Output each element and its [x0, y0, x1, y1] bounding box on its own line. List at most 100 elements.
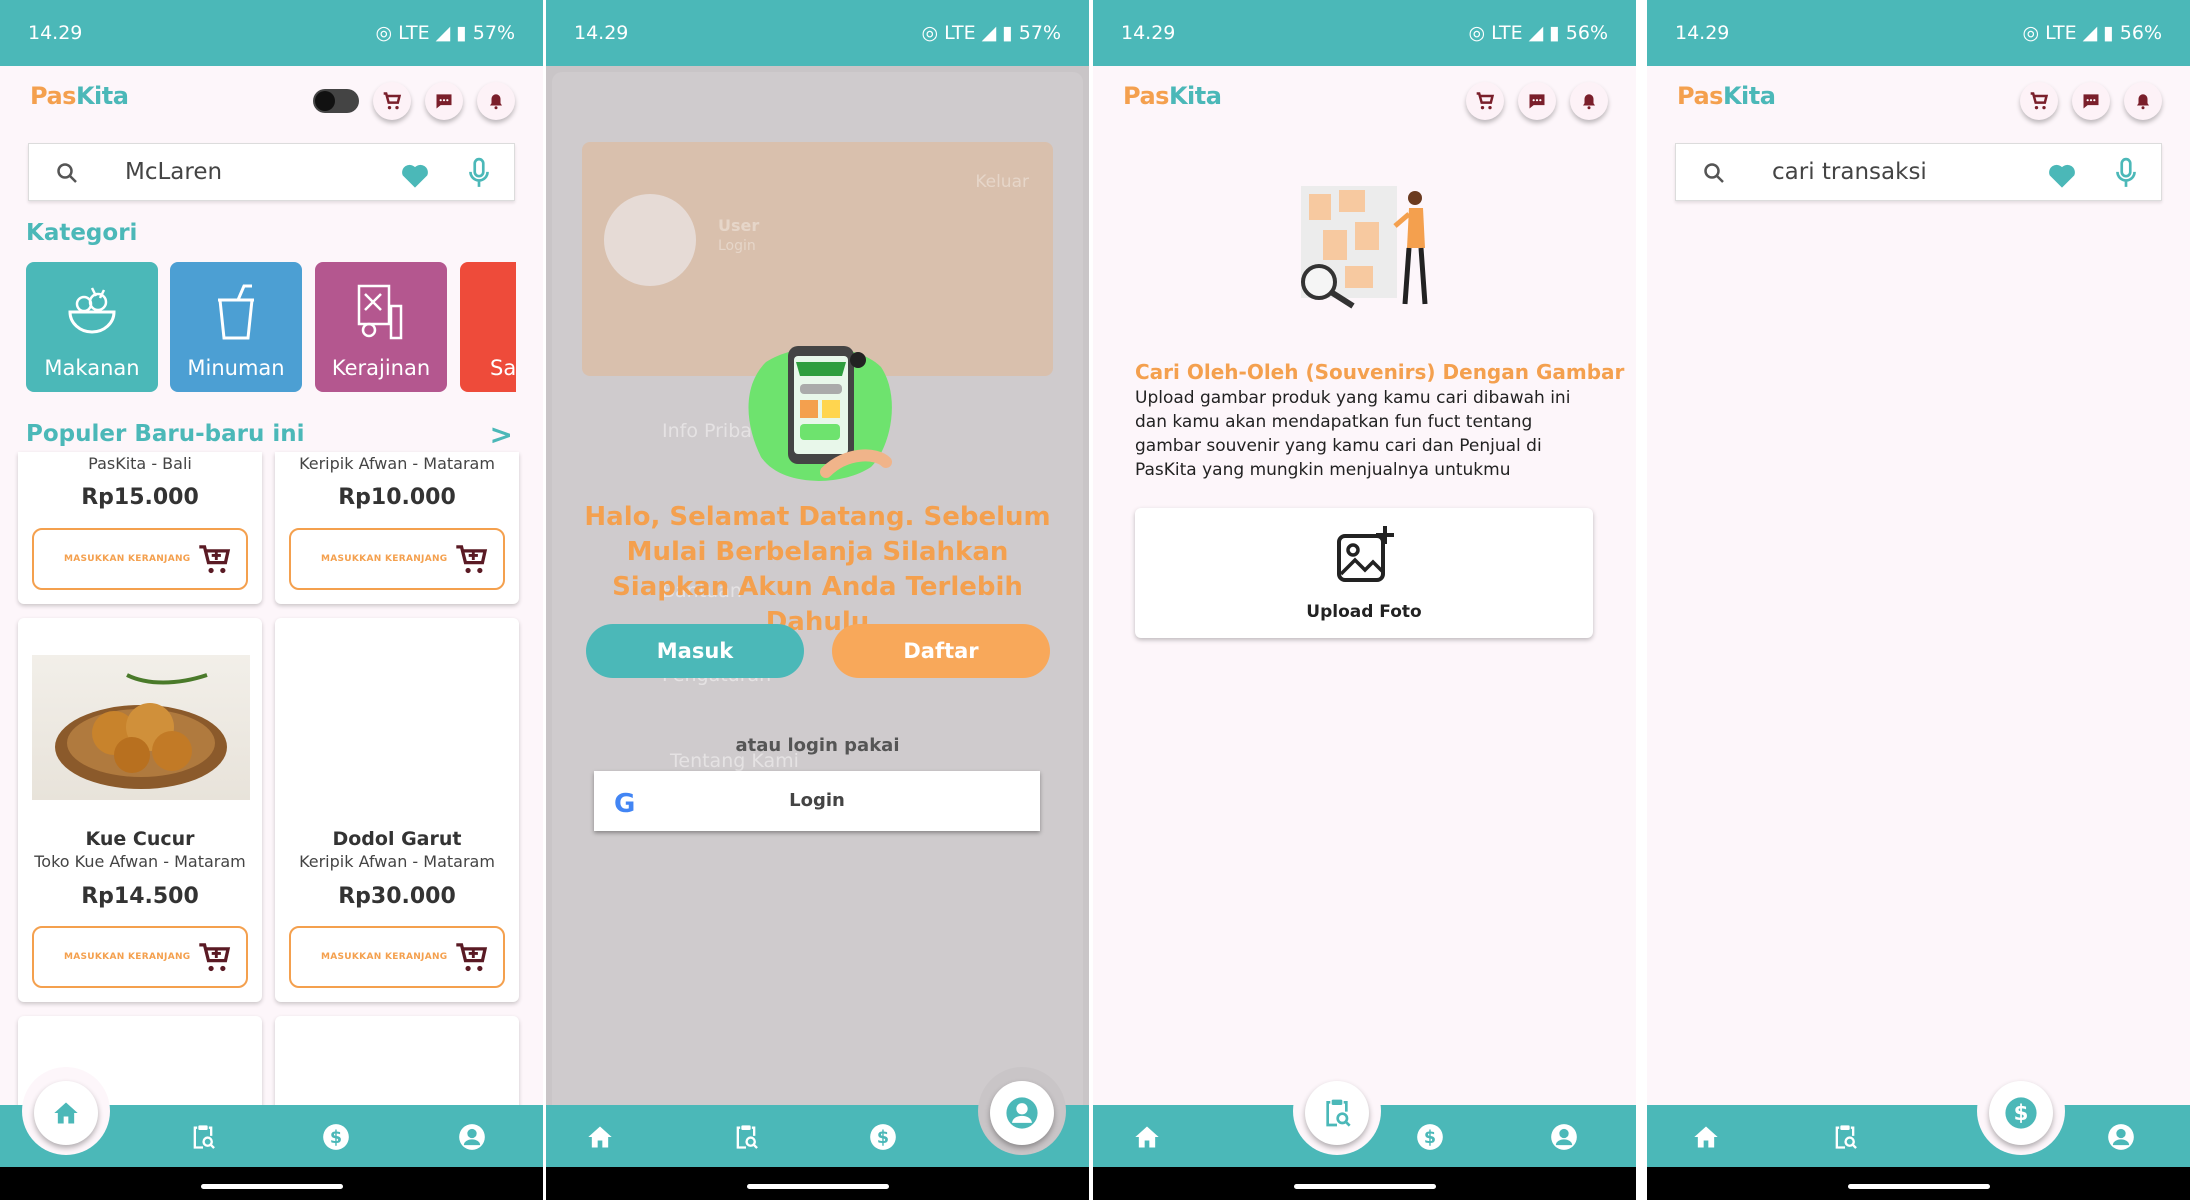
add-cart-icon	[455, 544, 489, 580]
nav-home[interactable]	[1692, 1123, 1720, 1151]
nav-transactions[interactable]: $	[322, 1123, 350, 1151]
see-more-arrow[interactable]: >	[490, 418, 513, 451]
masuk-button[interactable]: Masuk	[586, 624, 804, 678]
search-icon	[1702, 161, 1726, 189]
svg-text:$: $	[330, 1128, 342, 1148]
header-actions	[2020, 82, 2162, 120]
battery-icon: ▮	[1002, 22, 1013, 44]
google-login-button[interactable]: G Login	[594, 771, 1040, 831]
product-card[interactable]: Keripik Afwan - Mataram Rp10.000 MASUKKA…	[275, 452, 519, 604]
nav-transactions[interactable]: $	[1989, 1081, 2053, 1145]
status-bar: 14.29 ◎ LTE ◢ ▮ 56%	[1093, 0, 1636, 66]
notification-bell-icon[interactable]	[477, 82, 515, 120]
dollar-icon: $	[870, 1124, 896, 1150]
profile-icon	[1551, 1124, 1577, 1150]
signal-icon: ◢	[2082, 22, 2098, 44]
profile-icon	[2108, 1124, 2134, 1150]
wishlist-heart-icon[interactable]	[398, 159, 432, 193]
dollar-icon: $	[1417, 1124, 1443, 1150]
nav-home[interactable]	[1133, 1123, 1161, 1151]
cart-icon[interactable]	[373, 82, 411, 120]
welcome-illustration	[746, 332, 896, 482]
nav-profile[interactable]	[990, 1081, 1054, 1145]
product-card[interactable]: PasKita - Bali Rp15.000 MASUKKAN KERANJA…	[18, 452, 262, 604]
profile-icon	[459, 1124, 485, 1150]
category-makanan[interactable]: Makanan	[26, 262, 158, 392]
dollar-icon: $	[323, 1124, 349, 1150]
bottom-navigation: $	[546, 1067, 1089, 1167]
daftar-button[interactable]: Daftar	[832, 624, 1050, 678]
login-alternative-label: atau login pakai	[735, 735, 900, 756]
product-card[interactable]: Kue Cucur Toko Kue Afwan - Mataram Rp14.…	[18, 618, 262, 1002]
nav-home[interactable]	[34, 1081, 98, 1145]
nav-search-image[interactable]	[1305, 1081, 1369, 1145]
battery-icon: ▮	[2103, 22, 2114, 44]
nav-search-image[interactable]	[732, 1123, 760, 1151]
category-minuman[interactable]: Minuman	[170, 262, 302, 392]
clipboard-search-icon	[736, 1125, 758, 1149]
image-search-title: Cari Oleh-Oleh (Souvenirs) Dengan Gambar	[1135, 360, 1625, 384]
system-nav-bar	[0, 1167, 543, 1200]
microphone-icon[interactable]	[2113, 157, 2139, 193]
nav-transactions[interactable]: $	[869, 1123, 897, 1151]
chat-icon[interactable]	[1518, 82, 1556, 120]
home-icon	[588, 1126, 612, 1148]
svg-text:$: $	[877, 1128, 889, 1148]
image-search-illustration	[1287, 174, 1437, 310]
header-actions	[1466, 82, 1608, 120]
search-bar[interactable]: McLaren	[28, 143, 515, 201]
nav-search-image[interactable]	[1831, 1123, 1859, 1151]
popular-title: Populer Baru-baru ini	[26, 421, 305, 447]
status-bar: 14.29 ◎ LTE ◢ ▮ 56%	[1647, 0, 2190, 66]
app-logo: PasKita	[30, 82, 129, 110]
nav-transactions[interactable]: $	[1416, 1123, 1444, 1151]
notification-bell-icon[interactable]	[1570, 82, 1608, 120]
home-gesture-pill[interactable]	[200, 1184, 343, 1189]
hotspot-icon: ◎	[921, 22, 939, 44]
network-label: LTE	[398, 22, 430, 44]
category-label: Makanan	[44, 356, 140, 380]
category-kerajinan[interactable]: Kerajinan	[315, 262, 447, 392]
system-nav-bar	[1093, 1167, 1636, 1200]
salad-bowl-icon	[68, 287, 116, 334]
image-search-description: Upload gambar produk yang kamu cari diba…	[1135, 388, 1571, 480]
dollar-icon: $	[2005, 1097, 2037, 1129]
upload-photo-button[interactable]: Upload Foto	[1135, 508, 1593, 638]
craft-tools-icon	[357, 284, 403, 340]
transaction-search-input[interactable]: cari transaksi	[1772, 159, 1927, 185]
chat-icon[interactable]	[2072, 82, 2110, 120]
nav-profile[interactable]	[458, 1123, 486, 1151]
home-icon	[1694, 1126, 1718, 1148]
nav-home[interactable]	[586, 1123, 614, 1151]
transaction-search-bar[interactable]: cari transaksi	[1675, 143, 2162, 201]
app-logo: PasKita	[1123, 82, 1222, 110]
home-screen: 14.29 ◎ LTE ◢ ▮ 57% PasKita McLaren Kate…	[0, 0, 543, 1200]
add-to-cart-button[interactable]: MASUKKAN KERANJANG	[32, 926, 248, 988]
notification-bell-icon[interactable]	[2124, 82, 2162, 120]
hotspot-icon: ◎	[375, 22, 393, 44]
category-partial[interactable]: Sa	[460, 262, 516, 392]
welcome-message: Halo, Selamat Datang. Sebelum Mulai Berb…	[584, 502, 1051, 637]
header-actions	[313, 82, 515, 120]
theme-toggle[interactable]	[313, 89, 359, 113]
cart-icon[interactable]	[2020, 82, 2058, 120]
hotspot-icon: ◎	[2022, 22, 2040, 44]
add-to-cart-button[interactable]: MASUKKAN KERANJANG	[289, 926, 505, 988]
search-input[interactable]: McLaren	[125, 159, 222, 185]
nav-profile[interactable]	[1550, 1123, 1578, 1151]
home-icon	[1135, 1126, 1159, 1148]
app-logo: PasKita	[1677, 82, 1776, 110]
add-to-cart-button[interactable]: MASUKKAN KERANJANG	[289, 528, 505, 590]
add-to-cart-button[interactable]: MASUKKAN KERANJANG	[32, 528, 248, 590]
battery-icon: ▮	[456, 22, 467, 44]
avatar	[604, 194, 696, 286]
nav-profile[interactable]	[2107, 1123, 2135, 1151]
svg-text:$: $	[2014, 1101, 2029, 1126]
chat-icon[interactable]	[425, 82, 463, 120]
bottom-navigation: $	[0, 1067, 543, 1167]
microphone-icon[interactable]	[466, 157, 492, 193]
cart-icon[interactable]	[1466, 82, 1504, 120]
wishlist-heart-icon[interactable]	[2045, 159, 2079, 193]
nav-search-image[interactable]	[189, 1123, 217, 1151]
product-card[interactable]: Dodol Garut Keripik Afwan - Mataram Rp30…	[275, 618, 519, 1002]
